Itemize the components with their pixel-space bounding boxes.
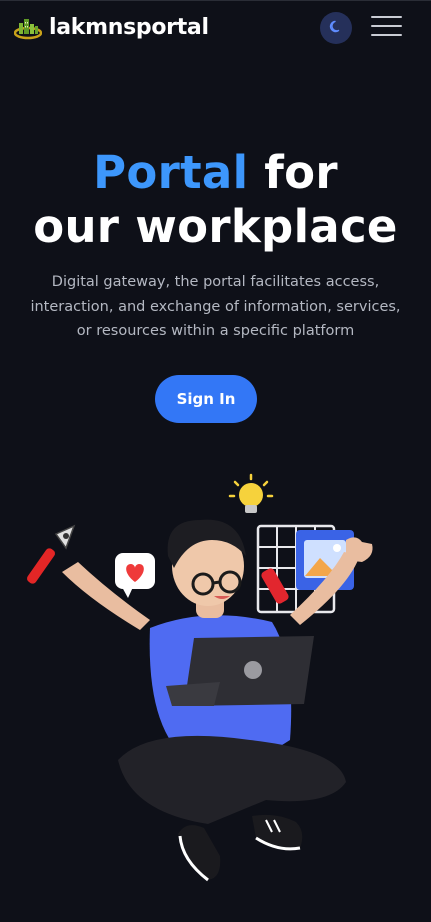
hero-description: Digital gateway, the portal facilitates …: [30, 274, 401, 339]
menu-line: [371, 25, 402, 27]
hero-illustration: [0, 460, 431, 922]
hero-title-accent: Portal: [93, 146, 249, 199]
brand-name: lakmnsportal: [49, 15, 209, 40]
crayon-icon: [261, 568, 289, 604]
theme-toggle-button[interactable]: [320, 12, 352, 44]
hamburger-menu-button[interactable]: [371, 16, 402, 38]
city-logo-icon: [13, 15, 43, 41]
heart-bubble-icon: [115, 553, 155, 598]
sign-in-button[interactable]: Sign In: [155, 375, 257, 423]
right-hand: [346, 537, 373, 562]
landing-page: lakmnsportal Portal for our workplace Di…: [0, 0, 431, 922]
menu-line: [371, 16, 402, 18]
hero-title-line2: our workplace: [33, 200, 398, 253]
moon-icon: [329, 19, 343, 38]
right-shoe: [252, 814, 303, 851]
menu-line: [371, 34, 402, 36]
hero-title: Portal for our workplace: [0, 146, 431, 254]
legs: [118, 735, 346, 824]
left-shoe: [178, 825, 221, 882]
hero-title-rest: for: [248, 146, 338, 199]
lightbulb-icon: [228, 473, 274, 513]
site-header: lakmnsportal: [0, 0, 431, 56]
brand-link[interactable]: lakmnsportal: [13, 14, 209, 42]
